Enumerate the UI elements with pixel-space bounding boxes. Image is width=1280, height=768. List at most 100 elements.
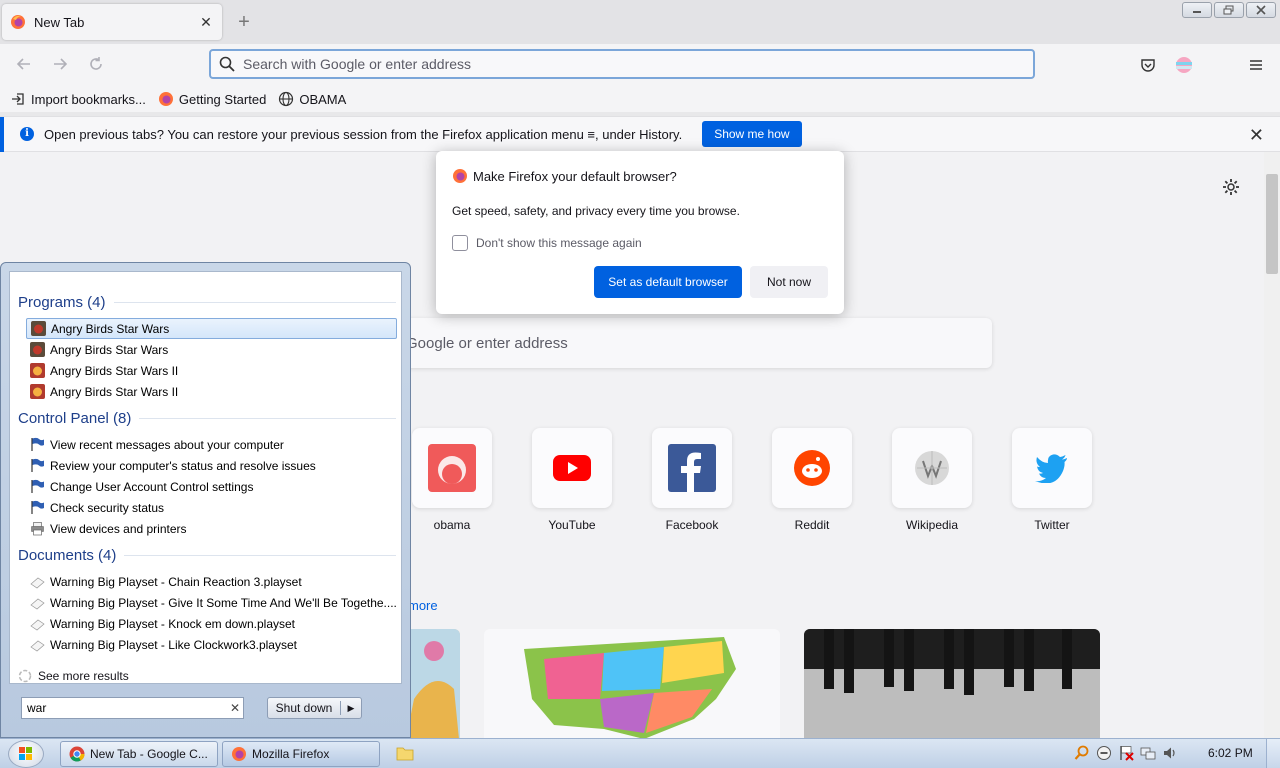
result-item[interactable]: Angry Birds Star Wars: [26, 318, 397, 339]
minus-circle-icon[interactable]: [1096, 745, 1112, 761]
start-button[interactable]: [8, 740, 44, 768]
shortcut-label: YouTube: [548, 518, 596, 532]
restore-button[interactable]: [1214, 2, 1244, 18]
shortcut-facebook[interactable]: Facebook: [652, 428, 732, 532]
shortcut-tile: [412, 428, 492, 508]
start-search-input[interactable]: [27, 701, 227, 715]
new-tab-button[interactable]: +: [234, 12, 254, 32]
group-title: Documents (4): [18, 547, 117, 564]
taskbar-explorer[interactable]: [396, 745, 414, 764]
taskbar-chrome[interactable]: New Tab - Google C...: [60, 741, 218, 767]
story-card-photo[interactable]: [804, 629, 1100, 738]
see-more-results-link[interactable]: See more results: [18, 669, 129, 683]
shortcut-reddit[interactable]: Reddit: [772, 428, 852, 532]
start-search-box[interactable]: ✕: [21, 697, 244, 719]
story-card-map[interactable]: [484, 629, 780, 738]
network-icon[interactable]: [1140, 745, 1156, 761]
shortcut-twitter[interactable]: Twitter: [1012, 428, 1092, 532]
playset-file-icon: [30, 598, 45, 610]
minimize-button[interactable]: [1182, 2, 1212, 18]
result-item[interactable]: Check security status: [26, 497, 397, 518]
show-me-how-button[interactable]: Show me how: [702, 121, 802, 147]
page-scrollbar[interactable]: [1264, 152, 1280, 738]
see-more-label: See more results: [38, 669, 129, 683]
result-item[interactable]: Warning Big Playset - Like Clockwork3.pl…: [26, 634, 397, 655]
page-search-box[interactable]: Google or enter address: [400, 318, 992, 368]
shortcut-label: Reddit: [794, 518, 830, 532]
result-item[interactable]: Warning Big Playset - Knock em down.play…: [26, 613, 397, 634]
action-center-alert-icon[interactable]: [1118, 745, 1134, 761]
result-item[interactable]: Angry Birds Star Wars: [26, 339, 397, 360]
obama-icon: [428, 444, 476, 492]
shortcut-obama[interactable]: obama: [412, 428, 492, 532]
playset-file-icon: [30, 619, 45, 631]
result-item[interactable]: Angry Birds Star Wars II: [26, 360, 397, 381]
more-link[interactable]: more: [408, 598, 438, 613]
dont-show-again-option[interactable]: Don't show this message again: [452, 235, 642, 251]
set-default-browser-button[interactable]: Set as default browser: [594, 266, 742, 298]
scrollbar-thumb[interactable]: [1266, 174, 1278, 274]
show-desktop-button[interactable]: [1266, 739, 1280, 768]
folder-icon: [396, 747, 414, 761]
back-button[interactable]: [14, 55, 34, 75]
close-icon[interactable]: ✕: [1249, 125, 1264, 146]
checkbox-label: Don't show this message again: [476, 236, 642, 250]
app-menu-button[interactable]: [1246, 55, 1266, 75]
firefox-icon: [158, 92, 173, 106]
group-control-panel[interactable]: Control Panel (8): [18, 410, 396, 427]
forward-arrow-icon: [54, 58, 68, 70]
reddit-icon: [794, 450, 830, 486]
action-center-flag-icon: [31, 479, 44, 493]
back-arrow-icon: [16, 58, 30, 70]
shortcut-tile: [1012, 428, 1092, 508]
bookmark-label: Getting Started: [178, 91, 267, 107]
bookmark-obama[interactable]: OBAMA: [278, 91, 346, 107]
result-item[interactable]: Warning Big Playset - Give It Some Time …: [26, 592, 397, 613]
story-card-image[interactable]: [404, 629, 460, 738]
shortcut-wikipedia[interactable]: Wikipedia: [892, 428, 972, 532]
address-bar[interactable]: [209, 49, 1035, 79]
clear-search-icon[interactable]: ✕: [227, 701, 243, 715]
bookmarks-toolbar: Import bookmarks... Getting Started OBAM…: [0, 86, 1280, 112]
tab-new-tab[interactable]: New Tab ✕: [2, 4, 222, 40]
us-map-illustration: [524, 637, 736, 738]
reload-button[interactable]: [86, 55, 106, 75]
group-documents[interactable]: Documents (4): [18, 547, 396, 564]
pocket-button[interactable]: [1138, 55, 1158, 75]
system-tray: [1074, 745, 1178, 761]
volume-icon[interactable]: [1162, 745, 1178, 761]
notification-text: Open previous tabs? You can restore your…: [44, 126, 683, 142]
session-restore-notification: i Open previous tabs? You can restore yo…: [0, 116, 1280, 153]
close-window-button[interactable]: [1246, 2, 1276, 18]
group-programs[interactable]: Programs (4): [18, 294, 396, 311]
forward-button[interactable]: [50, 55, 70, 75]
account-button[interactable]: [1174, 55, 1194, 75]
result-item[interactable]: Change User Account Control settings: [26, 476, 397, 497]
result-item[interactable]: Warning Big Playset - Chain Reaction 3.p…: [26, 571, 397, 592]
result-item[interactable]: Angry Birds Star Wars II: [26, 381, 397, 402]
result-item[interactable]: View devices and printers: [26, 518, 397, 539]
clock[interactable]: 6:02 PM: [1208, 746, 1253, 760]
taskbar-firefox[interactable]: Mozilla Firefox: [222, 741, 380, 767]
search-results-pane: Programs (4) Angry Birds Star Wars Angry…: [9, 271, 402, 684]
settings-button[interactable]: [1222, 178, 1240, 199]
shortcut-tile: [772, 428, 852, 508]
account-avatar-icon: [1176, 57, 1192, 73]
action-center-flag-icon: [31, 437, 44, 451]
dialog-header: Make Firefox your default browser?: [452, 168, 677, 184]
bookmark-import[interactable]: Import bookmarks...: [10, 91, 146, 107]
window-controls: [1182, 2, 1276, 18]
not-now-button[interactable]: Not now: [750, 266, 828, 298]
result-item[interactable]: Review your computer's status and resolv…: [26, 455, 397, 476]
search-tray-icon[interactable]: [1074, 745, 1090, 761]
gear-icon: [1223, 179, 1239, 195]
close-tab-icon[interactable]: ✕: [198, 14, 214, 30]
shutdown-button[interactable]: Shut down ▶: [267, 697, 362, 719]
bookmark-getting-started[interactable]: Getting Started: [158, 91, 266, 107]
result-item[interactable]: View recent messages about your computer: [26, 434, 397, 455]
shutdown-options-arrow-icon[interactable]: ▶: [341, 703, 361, 714]
facebook-icon: [668, 444, 716, 492]
shortcut-youtube[interactable]: YouTube: [532, 428, 612, 532]
address-input[interactable]: [243, 56, 1033, 72]
dont-show-again-checkbox[interactable]: [452, 235, 468, 251]
